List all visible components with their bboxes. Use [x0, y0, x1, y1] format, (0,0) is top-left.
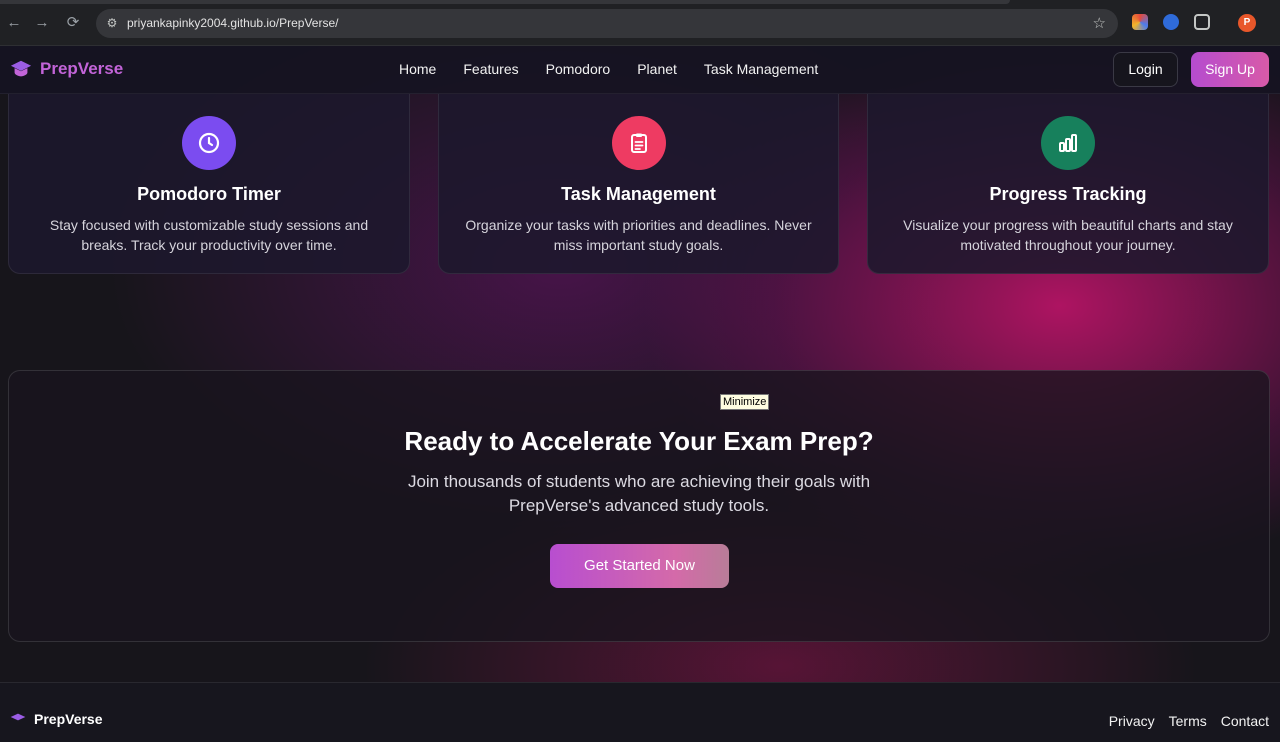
extension-shield-icon[interactable]	[1163, 14, 1179, 30]
site-settings-icon[interactable]: ⚙	[104, 15, 120, 31]
footer-link-terms[interactable]: Terms	[1169, 713, 1207, 729]
site-navbar: PrepVerse Home Features Pomodoro Planet …	[0, 46, 1280, 94]
minimize-tooltip: Minimize	[720, 394, 770, 410]
browser-toolbar: ← → ⟳ ⚙ priyankapinky2004.github.io/Prep…	[0, 0, 1280, 46]
footer-brand[interactable]: PrepVerse	[10, 711, 103, 727]
nav-link-pomodoro[interactable]: Pomodoro	[546, 61, 611, 77]
feature-description: Visualize your progress with beautiful c…	[903, 217, 1233, 253]
graduation-cap-icon	[10, 60, 32, 77]
login-button[interactable]: Login	[1113, 52, 1178, 87]
page: PrepVerse Home Features Pomodoro Planet …	[0, 46, 1280, 742]
feature-icon-circle	[611, 116, 666, 170]
brand-logo[interactable]: PrepVerse	[10, 58, 123, 80]
feature-icon-circle	[182, 116, 236, 170]
feature-title: Progress Tracking	[989, 184, 1147, 204]
nav-link-features[interactable]: Features	[463, 61, 518, 77]
main-menu: Home Features Pomodoro Planet Task Manag…	[399, 61, 818, 77]
nav-link-home[interactable]: Home	[399, 61, 436, 77]
cta-description: Join thousands of students who are achie…	[407, 472, 871, 515]
footer-brand-name: PrepVerse	[34, 711, 103, 727]
reload-icon[interactable]: ⟳	[63, 13, 83, 33]
cta-section: Minimize Ready to Accelerate Your Exam P…	[8, 370, 1270, 642]
feature-card-task-management: Task Management Organize your tasks with…	[438, 94, 839, 274]
feature-title: Pomodoro Timer	[137, 184, 281, 204]
feature-description: Stay focused with customizable study ses…	[49, 217, 369, 253]
graduation-cap-icon	[10, 713, 26, 721]
get-started-button[interactable]: Get Started Now	[550, 544, 729, 588]
footer-links: Privacy Terms Contact	[1109, 713, 1269, 729]
url-text[interactable]: priyankapinky2004.github.io/PrepVerse/	[127, 16, 338, 30]
clock-icon	[198, 132, 220, 154]
nav-link-task-management[interactable]: Task Management	[704, 61, 818, 77]
brand-name: PrepVerse	[40, 59, 124, 78]
site-footer: PrepVerse Privacy Terms Contact	[0, 682, 1280, 742]
extension-colorful-icon[interactable]	[1132, 14, 1148, 30]
signup-button[interactable]: Sign Up	[1191, 52, 1269, 87]
feature-card-progress-tracking: Progress Tracking Visualize your progres…	[867, 94, 1269, 274]
back-arrow-icon[interactable]: ←	[4, 13, 24, 33]
bookmark-star-icon[interactable]: ☆	[1093, 14, 1106, 32]
bar-chart-icon	[1059, 134, 1077, 152]
extensions-puzzle-icon[interactable]	[1194, 14, 1210, 30]
clipboard-icon	[630, 133, 647, 153]
tab-strip	[0, 0, 1010, 4]
feature-title: Task Management	[561, 184, 716, 204]
footer-link-privacy[interactable]: Privacy	[1109, 713, 1155, 729]
address-bar[interactable]: ⚙ priyankapinky2004.github.io/PrepVerse/…	[96, 9, 1118, 38]
forward-arrow-icon[interactable]: →	[32, 13, 52, 33]
feature-icon-circle	[1041, 116, 1095, 170]
feature-description: Organize your tasks with priorities and …	[465, 217, 812, 253]
feature-card-pomodoro: Pomodoro Timer Stay focused with customi…	[8, 94, 410, 274]
nav-link-planet[interactable]: Planet	[637, 61, 677, 77]
profile-avatar[interactable]: P	[1238, 14, 1256, 32]
footer-link-contact[interactable]: Contact	[1221, 713, 1269, 729]
cta-heading: Ready to Accelerate Your Exam Prep?	[404, 426, 874, 456]
